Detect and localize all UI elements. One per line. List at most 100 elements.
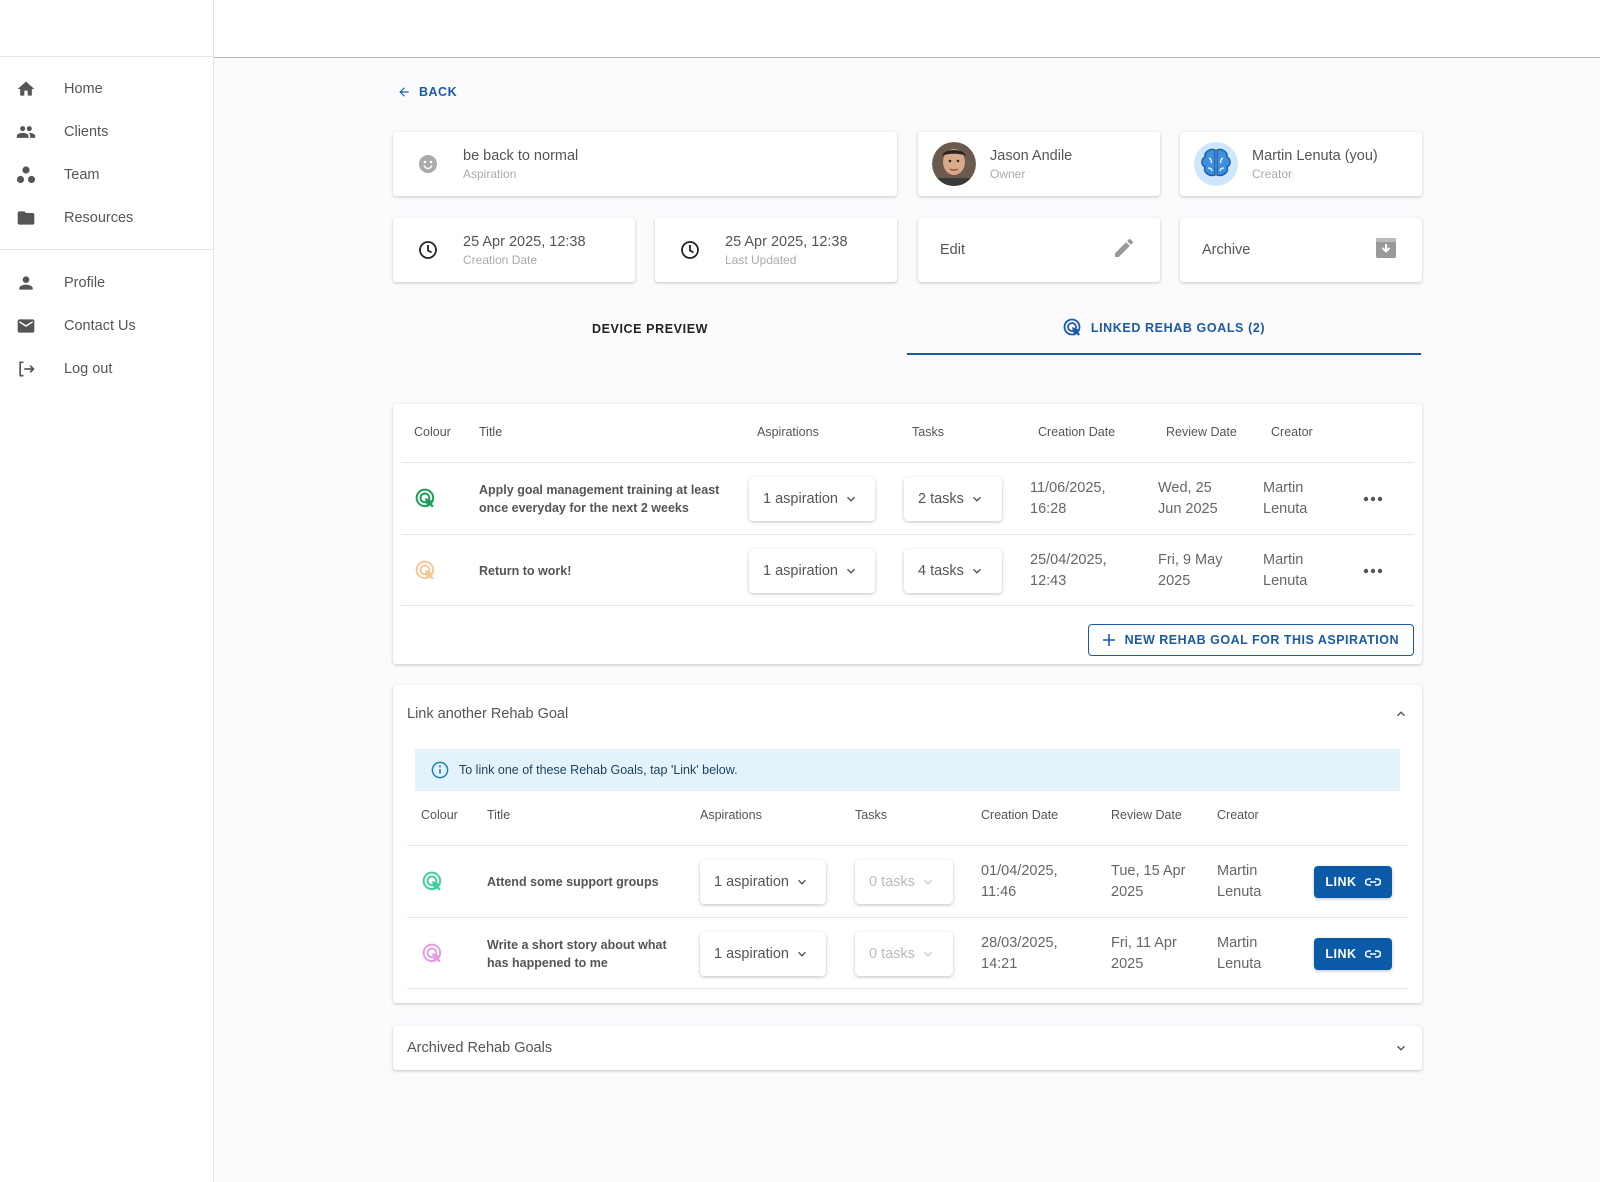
pencil-icon [1112,236,1136,265]
sidebar-item-resources[interactable]: Resources [0,196,213,239]
goal-title: Return to work! [479,535,739,607]
col-title: Title [479,425,503,439]
info-icon [431,761,449,779]
back-button[interactable]: BACK [397,85,457,99]
sidebar-item-profile[interactable]: Profile [0,261,213,304]
table-row[interactable]: Attend some support groups 1 aspiration … [407,845,1408,917]
creation-date: 28/03/2025, 14:21 [981,918,1058,990]
col-creator: Creator [1217,808,1259,822]
clients-icon [16,122,36,142]
aspiration-caption: Aspiration [463,166,517,181]
dropdown-label: 1 aspiration [763,491,838,507]
tasks-dropdown[interactable]: 2 tasks [904,477,1002,521]
archive-button[interactable]: Archive [1180,218,1422,282]
tab-device-preview[interactable]: DEVICE PREVIEW [393,303,907,355]
dropdown-label: 1 aspiration [763,563,838,579]
dropdown-label: 4 tasks [918,563,964,579]
sidebar-item-label: Contact Us [64,317,136,334]
mail-icon [16,316,36,336]
tab-linked-rehab-goals[interactable]: LINKED REHAB GOALS (2) [907,303,1421,355]
tasks-dropdown[interactable]: 4 tasks [904,549,1002,593]
clock-icon [679,239,701,261]
aspirations-dropdown[interactable]: 1 aspiration [749,477,875,521]
sidebar-item-logout[interactable]: Log out [0,347,213,390]
sidebar-item-label: Resources [64,209,134,226]
chevron-down-icon [846,568,855,574]
table-row[interactable]: Write a short story about what has happen… [407,917,1408,989]
link-another-heading: Link another Rehab Goal [407,706,569,722]
chevron-down-icon [1397,1045,1405,1051]
person-icon [16,273,36,293]
dropdown-label: 1 aspiration [714,874,789,890]
last-updated-caption: Last Updated [725,252,797,267]
more-horiz-icon[interactable] [1363,463,1383,535]
col-title: Title [487,808,511,822]
table-header: Colour Title Aspirations Tasks Creation … [393,787,1422,843]
creator-line: Martin [1263,480,1304,496]
creator-line: Lenuta [1217,956,1262,972]
link-another-header[interactable]: Link another Rehab Goal [393,685,1422,743]
last-updated-value: 25 Apr 2025, 12:38 [725,233,848,250]
chevron-down-icon [923,951,932,957]
review-date: Fri, 11 Apr 2025 [1111,918,1177,990]
more-horiz-icon[interactable] [1363,535,1383,607]
sidebar-item-home[interactable]: Home [0,67,213,110]
edit-button[interactable]: Edit [918,218,1160,282]
link-icon [1364,878,1381,886]
table-row[interactable]: Return to work! 1 aspiration 4 tasks 25/… [401,534,1414,606]
archived-goals-panel: Archived Rehab Goals [393,1026,1422,1070]
date-line: 01/04/2025, [981,863,1058,879]
chevron-down-icon [972,568,981,574]
owner-card: Jason Andile Owner [918,132,1160,196]
chevron-down-icon [797,879,806,885]
link-icon [1364,950,1381,958]
sidebar: Home Clients Team Resources Profile Cont… [0,0,214,1182]
aspirations-dropdown[interactable]: 1 aspiration [700,860,826,904]
creation-date: 01/04/2025, 11:46 [981,846,1058,918]
smiley-icon [417,153,439,175]
goal-title: Apply goal management training at least o… [479,463,739,535]
creator-name: Martin Lenuta [1263,463,1307,535]
goal-title-line: Attend some support groups [487,875,659,889]
last-updated-card: 25 Apr 2025, 12:38 Last Updated [655,218,897,282]
aspirations-dropdown[interactable]: 1 aspiration [749,549,875,593]
creator-name: Martin Lenuta [1263,535,1307,607]
date-line: 14:21 [981,956,1018,972]
date-line: 25/04/2025, [1030,552,1107,568]
sidebar-item-label: Profile [64,274,106,291]
goal-title-line: Apply goal management training at least [479,483,720,497]
col-tasks: Tasks [912,425,944,439]
date-line: 11:46 [981,884,1017,900]
creator-name: Martin Lenuta (you) [1252,147,1378,164]
review-date: Wed, 25 Jun 2025 [1158,463,1218,535]
col-aspirations: Aspirations [757,425,819,439]
archived-goals-header[interactable]: Archived Rehab Goals [393,1026,1422,1070]
chevron-down-icon [797,951,806,957]
tab-label: LINKED REHAB GOALS (2) [1090,321,1266,335]
dropdown-label: 0 tasks [869,874,915,890]
tab-bar: DEVICE PREVIEW LINKED REHAB GOALS (2) [393,303,1422,355]
date-line: 2025 [1111,956,1144,972]
table-row[interactable]: Apply goal management training at least o… [401,462,1414,534]
info-text: To link one of these Rehab Goals, tap 'L… [459,763,738,777]
sidebar-item-clients[interactable]: Clients [0,110,213,153]
link-button[interactable]: LINK [1314,938,1392,970]
goal-title-line: Return to work! [479,564,572,578]
link-button[interactable]: LINK [1314,866,1392,898]
creator-line: Lenuta [1217,884,1262,900]
sidebar-item-team[interactable]: Team [0,153,213,196]
date-line: 11/06/2025, [1030,480,1106,496]
aspirations-dropdown[interactable]: 1 aspiration [700,932,826,976]
goal-colour-icon [415,535,437,607]
linked-goals-table: Colour Title Aspirations Tasks Creation … [393,404,1422,664]
dropdown-label: 0 tasks [869,946,915,962]
link-button-label: LINK [1325,947,1357,961]
new-rehab-goal-button[interactable]: NEW REHAB GOAL FOR THIS ASPIRATION [1087,624,1414,656]
goal-target-icon [1063,318,1081,336]
home-icon [16,79,36,99]
table-header: Colour Title Aspirations Tasks Creation … [393,404,1422,460]
col-tasks: Tasks [855,808,887,822]
sidebar-item-contact[interactable]: Contact Us [0,304,213,347]
new-rehab-goal-label: NEW REHAB GOAL FOR THIS ASPIRATION [1124,633,1399,647]
col-aspirations: Aspirations [700,808,762,822]
